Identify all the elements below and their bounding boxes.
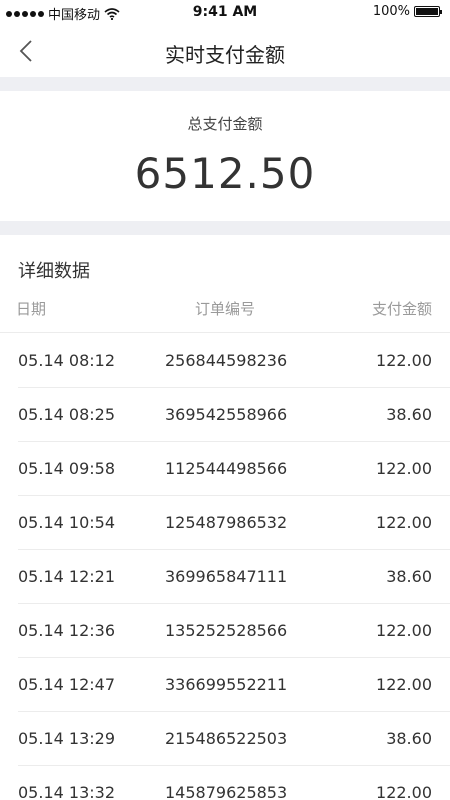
table-row[interactable]: 05.14 13:29 215486522503 38.60 [18,712,450,766]
row-order-number: 256844598236 [165,351,288,370]
page-title: 实时支付金额 [165,43,285,67]
row-order-number: 145879625853 [165,783,288,800]
row-order-number: 125487986532 [165,513,288,532]
table-row[interactable]: 05.14 12:36 135252528566 122.00 [18,604,450,658]
row-date: 05.14 12:36 [18,621,115,640]
table-row[interactable]: 05.14 09:58 112544498566 122.00 [18,442,450,496]
row-order-number: 369965847111 [165,567,288,586]
section-divider [0,221,450,235]
table-row[interactable]: 05.14 08:12 256844598236 122.00 [18,334,450,388]
table-row[interactable]: 05.14 12:47 336699552211 122.00 [18,658,450,712]
row-amount: 38.60 [386,405,432,424]
battery-percent: 100% [372,4,410,19]
row-date: 05.14 09:58 [18,459,115,478]
table-header: 日期 订单编号 支付金额 [0,296,450,333]
column-header-amount: 支付金额 [371,300,432,318]
row-order-number: 369542558966 [165,405,288,424]
row-amount: 122.00 [376,513,432,532]
status-right: 100% [372,4,442,19]
row-order-number: 112544498566 [165,459,288,478]
row-amount: 122.00 [376,351,432,370]
total-payment-value: 6512.50 [134,149,316,198]
row-amount: 38.60 [386,729,432,748]
row-amount: 122.00 [376,459,432,478]
table-row[interactable]: 05.14 10:54 125487986532 122.00 [18,496,450,550]
row-date: 05.14 12:21 [18,567,115,586]
row-amount: 122.00 [376,675,432,694]
row-amount: 122.00 [376,783,432,800]
battery-level [416,8,438,15]
row-amount: 122.00 [376,621,432,640]
navigation-bar: 实时支付金额 [0,25,450,77]
battery-icon [414,6,442,17]
details-title: 详细数据 [18,261,90,282]
row-order-number: 135252528566 [165,621,288,640]
row-date: 05.14 13:29 [18,729,115,748]
table-row[interactable]: 05.14 12:21 369965847111 38.60 [18,550,450,604]
total-payment-card: 总支付金额 6512.50 [0,91,450,221]
table-row[interactable]: 05.14 13:32 145879625853 122.00 [18,766,450,800]
section-divider [0,77,450,91]
details-table-body: 05.14 08:12 256844598236 122.00 05.14 08:25… [0,334,450,800]
row-date: 05.14 10:54 [18,513,115,532]
row-date: 05.14 13:32 [18,783,115,800]
row-date: 05.14 08:25 [18,405,115,424]
row-order-number: 215486522503 [165,729,288,748]
total-payment-label: 总支付金额 [187,115,263,133]
table-row[interactable]: 05.14 08:25 369542558966 38.60 [18,388,450,442]
row-date: 05.14 08:12 [18,351,115,370]
status-bar: 中国移动 9:41 AM 100% [0,0,450,25]
row-order-number: 336699552211 [165,675,288,694]
row-date: 05.14 12:47 [18,675,115,694]
row-amount: 38.60 [386,567,432,586]
